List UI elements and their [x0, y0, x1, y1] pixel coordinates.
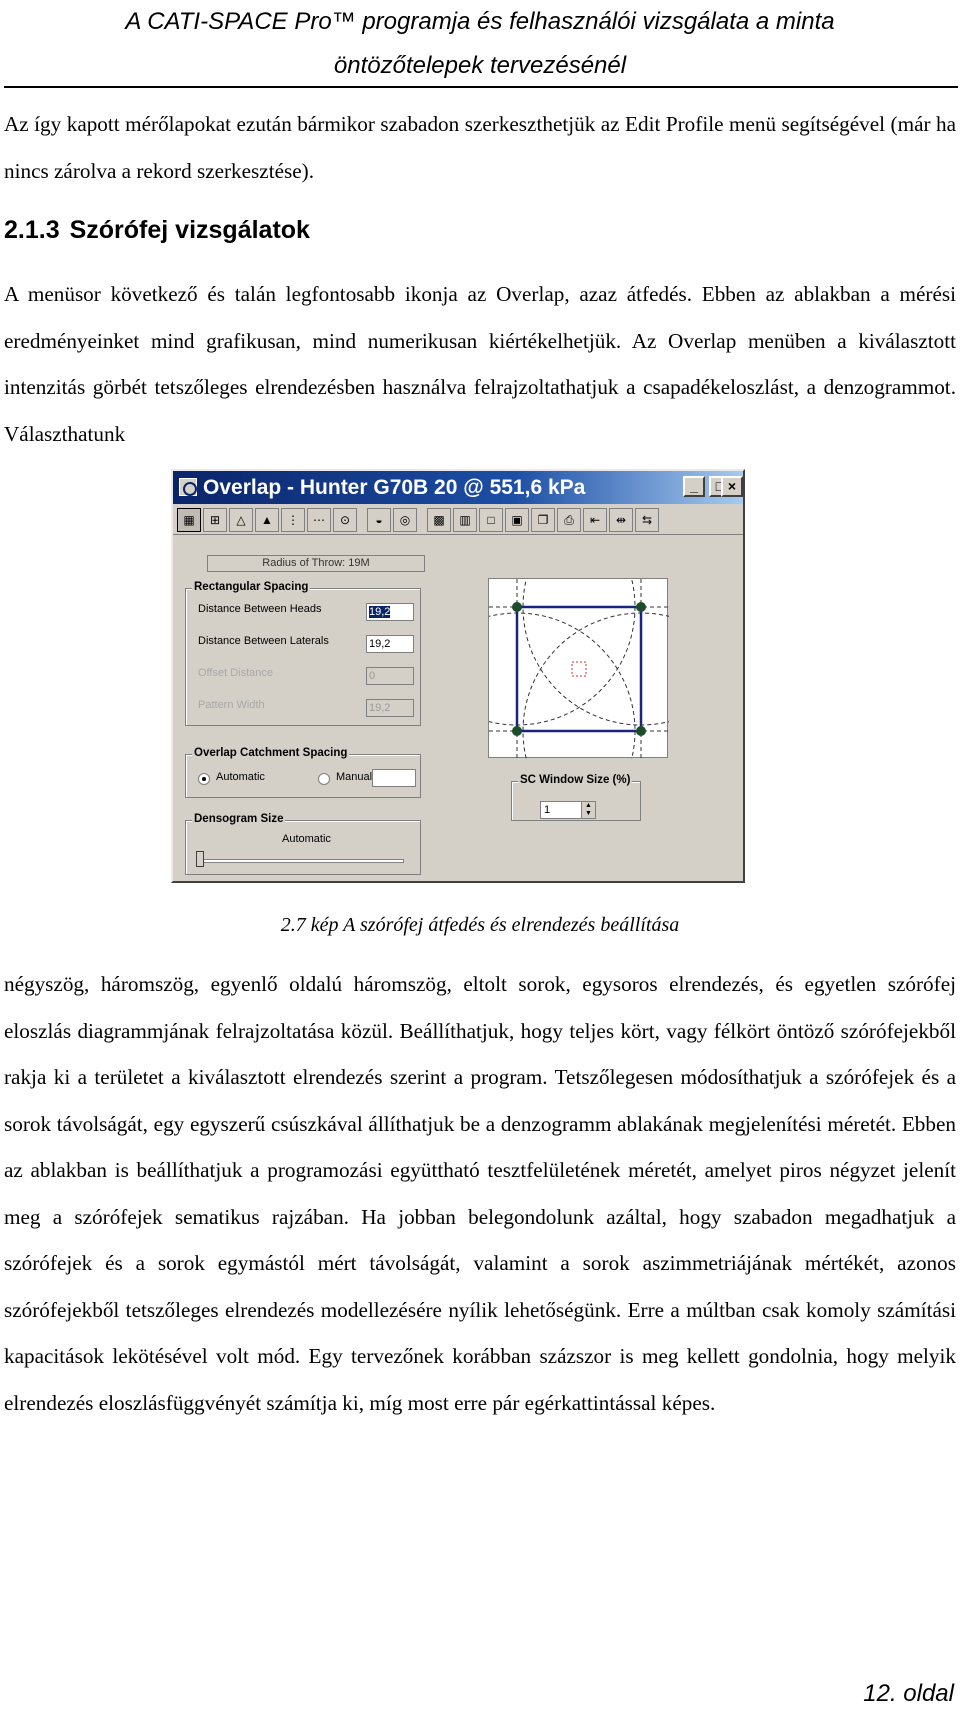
sc-window-size-group: SC Window Size (%) 1 ▲ ▼ [511, 774, 641, 821]
paragraph-intro: A menüsor következő és talán legfontosab… [4, 282, 956, 446]
header-rule [4, 86, 958, 88]
running-header: A CATI-SPACE Pro™ programja és felhaszná… [0, 0, 960, 88]
densogram-size-value: Automatic [282, 833, 331, 845]
densogram-icon[interactable]: ▩ [427, 507, 451, 532]
densogram-size-title: Densogram Size [192, 813, 286, 825]
automatic-radio[interactable] [198, 773, 210, 785]
close-button[interactable]: × [721, 476, 743, 497]
section-title: Szórófej vizsgálatok [69, 216, 310, 244]
section-heading: 2.1.3 Szórófej vizsgálatok [4, 210, 310, 250]
manual-radio[interactable] [318, 773, 330, 785]
triangle-icon[interactable]: △ [229, 507, 253, 532]
distance-between-heads-label: Distance Between Heads [198, 603, 322, 615]
histogram-icon[interactable]: ▥ [453, 507, 477, 532]
full-circle-icon[interactable]: ◎ [393, 507, 417, 532]
single-row-icon[interactable]: ⋯ [307, 507, 331, 532]
offset-rows-icon[interactable]: ⋮ [281, 507, 305, 532]
offset-distance-label: Offset Distance [198, 667, 273, 679]
header-line-2: öntözőtelepek tervezésénél [333, 52, 627, 79]
sc-window-size-value: 1 [544, 804, 551, 816]
overlap-catchment-group: Overlap Catchment Spacing Automatic Manu… [185, 747, 421, 798]
half-circle-icon[interactable]: ◒ [367, 507, 391, 532]
sc-window-size-title: SC Window Size (%) [518, 774, 633, 786]
section-number: 2.1.3 [4, 216, 60, 244]
app-icon [179, 478, 197, 496]
manual-spacing-input[interactable] [372, 769, 416, 787]
figure-caption: 2.7 kép A szórófej átfedés és elrendezés… [280, 914, 680, 936]
densogram-slider-track[interactable] [198, 859, 404, 863]
window-title-bar: Overlap - Hunter G70B 20 @ 551,6 kPa [173, 471, 743, 504]
minimize-button[interactable]: _ [683, 476, 705, 497]
single-head-icon[interactable]: ⊙ [333, 507, 357, 532]
grid-heads-icon[interactable]: ⊞ [203, 507, 227, 532]
offset-distance-input: 0 [366, 667, 414, 685]
distance-between-laterals-input[interactable]: 19,2 [366, 635, 414, 653]
print-icon[interactable]: ⎙ [557, 507, 581, 532]
move-heads-icon[interactable]: ⇹ [609, 507, 633, 532]
densogram-slider-thumb[interactable] [196, 851, 204, 867]
sprinkler-layout-drawing [398, 488, 743, 850]
rectangular-spacing-title: Rectangular Spacing [192, 581, 311, 593]
overlap-toolbar: ▦ ⊞ △ ▲ ⋮ ⋯ ⊙ ◒ ◎ ▩ ▥ □ ▣ ❐ ⎙ ⇤ ⇹ ⇆ [173, 505, 743, 535]
sc-window-size-spinner[interactable]: 1 ▲ ▼ [540, 801, 596, 819]
spacing-icon[interactable]: ⇤ [583, 507, 607, 532]
automatic-label: Automatic [216, 771, 265, 783]
copy-icon[interactable]: ❐ [531, 507, 555, 532]
paragraph-top: Az így kapott mérőlapokat ezután bármiko… [4, 112, 956, 183]
save-icon[interactable]: ▣ [505, 507, 529, 532]
overlap-catchment-title: Overlap Catchment Spacing [192, 747, 350, 759]
page-number: 12. oldal [863, 1680, 954, 1707]
rectangular-spacing-group: Rectangular Spacing Distance Between Hea… [185, 581, 421, 726]
spinner-arrows-icon[interactable]: ▲ ▼ [581, 802, 595, 818]
window-icon[interactable]: □ [479, 507, 503, 532]
distance-between-heads-input[interactable]: 19,2 [366, 603, 414, 621]
grid-full-icon[interactable]: ▦ [177, 507, 201, 532]
densogram-size-group: Densogram Size Automatic [185, 813, 421, 875]
window-title: Overlap - Hunter G70B 20 @ 551,6 kPa [203, 476, 586, 499]
distance-between-laterals-label: Distance Between Laterals [198, 635, 329, 647]
equilateral-icon[interactable]: ▲ [255, 507, 279, 532]
overlap-window-figure: Overlap - Hunter G70B 20 @ 551,6 kPa _ □… [171, 469, 745, 883]
radius-of-throw: Radius of Throw: 19M [207, 555, 425, 572]
manual-label: Manual [336, 771, 373, 783]
pattern-width-input: 19,2 [366, 699, 414, 717]
move-laterals-icon[interactable]: ⇆ [635, 507, 659, 532]
header-line-1: A CATI-SPACE Pro™ programja és felhaszná… [125, 8, 835, 35]
sprinkler-pattern-preview [398, 488, 743, 850]
paragraph-main: négyszög, háromszög, egyenlő oldalú háro… [4, 972, 956, 1415]
pattern-width-label: Pattern Width [198, 699, 265, 711]
